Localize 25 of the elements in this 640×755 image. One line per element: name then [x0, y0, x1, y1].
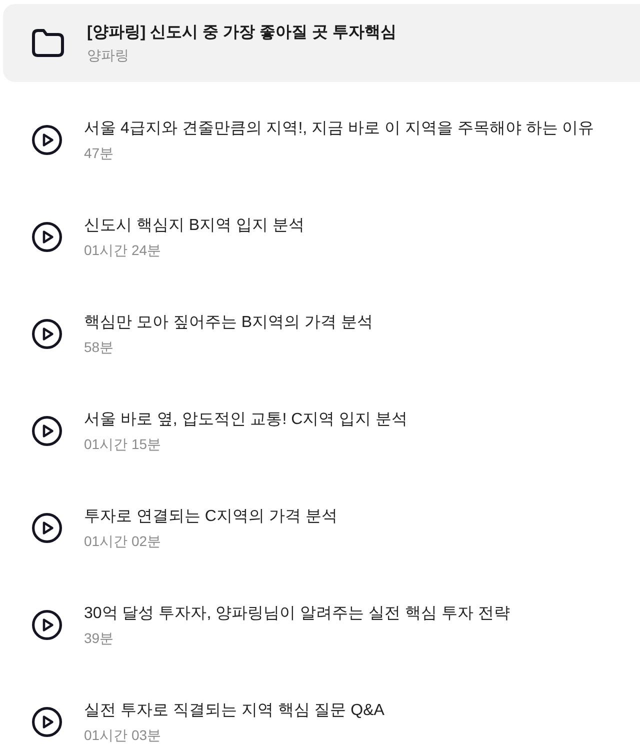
lesson-duration: 39분: [84, 629, 115, 648]
lesson-title[interactable]: 서울 바로 옆, 압도적인 교통! C지역 입지 분석: [84, 408, 408, 432]
play-circle-icon[interactable]: [32, 707, 62, 737]
lesson-duration: 47분: [84, 144, 115, 163]
play-circle-icon[interactable]: [32, 222, 62, 252]
lesson-title[interactable]: 서울 4급지와 견줄만큼의 지역!, 지금 바로 이 지역을 주목해야 하는 이유: [84, 117, 594, 141]
lesson-title[interactable]: 30억 달성 투자자, 양파링님이 알려주는 실전 핵심 투자 전략: [84, 602, 510, 626]
play-circle-icon[interactable]: [32, 125, 62, 155]
lesson-duration: 58분: [84, 338, 115, 357]
folder-author: 양파링: [87, 46, 130, 65]
folder-icon: [32, 29, 64, 57]
lesson-duration: 01시간 15분: [84, 435, 162, 454]
play-circle-icon[interactable]: [32, 416, 62, 446]
lesson-duration: 01시간 24분: [84, 241, 162, 260]
lesson-title[interactable]: 신도시 핵심지 B지역 입지 분석: [84, 214, 304, 238]
folder-title: [양파링] 신도시 중 가장 좋아질 곳 투자핵심: [87, 23, 396, 43]
lesson-title[interactable]: 투자로 연결되는 C지역의 가격 분석: [84, 505, 338, 529]
lesson-duration: 01시간 03분: [84, 726, 162, 745]
play-circle-icon[interactable]: [32, 319, 62, 349]
play-circle-icon[interactable]: [32, 513, 62, 543]
play-circle-icon[interactable]: [32, 610, 62, 640]
lesson-title[interactable]: 실전 투자로 직결되는 지역 핵심 질문 Q&A: [84, 699, 384, 723]
folder-header[interactable]: [양파링] 신도시 중 가장 좋아질 곳 투자핵심 양파링: [3, 4, 640, 82]
lesson-duration: 01시간 02분: [84, 532, 162, 551]
lesson-title[interactable]: 핵심만 모아 짚어주는 B지역의 가격 분석: [84, 311, 373, 335]
